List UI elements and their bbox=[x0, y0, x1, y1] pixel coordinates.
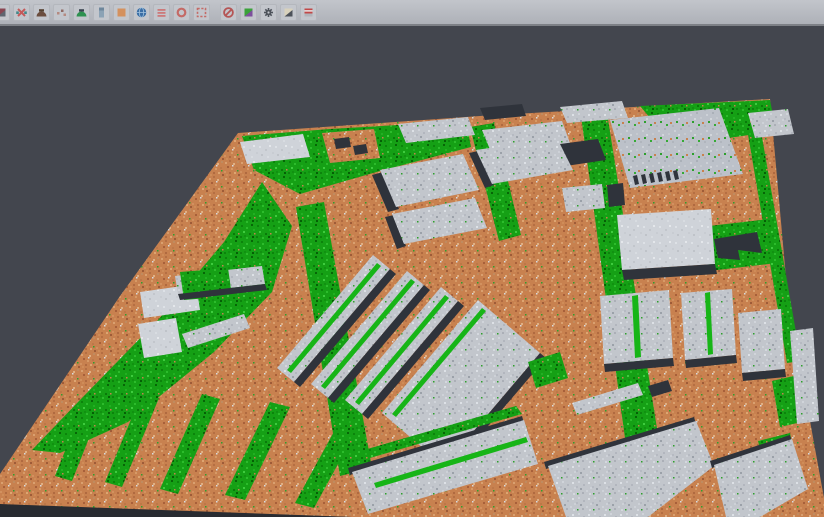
building-big-light bbox=[617, 209, 715, 270]
hourglass-icon[interactable] bbox=[280, 4, 297, 21]
terrain-icon-glyph bbox=[35, 6, 48, 19]
terrain-icon[interactable] bbox=[33, 4, 50, 21]
no-entry-icon-glyph bbox=[222, 6, 235, 19]
column-icon-glyph bbox=[95, 6, 108, 19]
main-toolbar bbox=[0, 0, 824, 26]
bare-patch-2 bbox=[138, 318, 182, 358]
classification-icon-glyph bbox=[242, 6, 255, 19]
list-icon[interactable] bbox=[153, 4, 170, 21]
flag-icon[interactable] bbox=[300, 4, 317, 21]
vegetation-icon[interactable] bbox=[73, 4, 90, 21]
globe-icon-glyph bbox=[135, 6, 148, 19]
file-icon-glyph bbox=[0, 6, 8, 19]
ground-patch-top bbox=[322, 129, 380, 163]
hourglass-icon-glyph bbox=[282, 6, 295, 19]
application-window bbox=[0, 0, 824, 517]
selection-frame-icon[interactable] bbox=[193, 4, 210, 21]
hall-r5 bbox=[738, 309, 785, 373]
list-icon-glyph bbox=[155, 6, 168, 19]
no-entry-icon[interactable] bbox=[220, 4, 237, 21]
points-cross-icon[interactable] bbox=[13, 4, 30, 21]
ground-class-icon-glyph bbox=[115, 6, 128, 19]
vegetation-icon-glyph bbox=[75, 6, 88, 19]
scatter-points-icon[interactable] bbox=[53, 4, 70, 21]
ring-icon-glyph bbox=[175, 6, 188, 19]
building-r2 bbox=[562, 184, 605, 212]
roof-top-right bbox=[748, 109, 794, 138]
settings-gear-icon-glyph bbox=[262, 6, 275, 19]
point-cloud-viewport[interactable] bbox=[0, 0, 824, 517]
column-icon[interactable] bbox=[93, 4, 110, 21]
ring-icon[interactable] bbox=[173, 4, 190, 21]
globe-icon[interactable] bbox=[133, 4, 150, 21]
classification-icon[interactable] bbox=[240, 4, 257, 21]
ground-class-icon[interactable] bbox=[113, 4, 130, 21]
roof-dark-r2 bbox=[607, 183, 625, 207]
flag-icon-glyph bbox=[302, 6, 315, 19]
file-icon[interactable] bbox=[0, 4, 10, 21]
points-cross-icon-glyph bbox=[15, 6, 28, 19]
scatter-points-icon-glyph bbox=[55, 6, 68, 19]
point-cloud-render bbox=[0, 0, 824, 517]
settings-gear-icon[interactable] bbox=[260, 4, 277, 21]
selection-frame-icon-glyph bbox=[195, 6, 208, 19]
roof-small-dark-1 bbox=[334, 137, 351, 149]
